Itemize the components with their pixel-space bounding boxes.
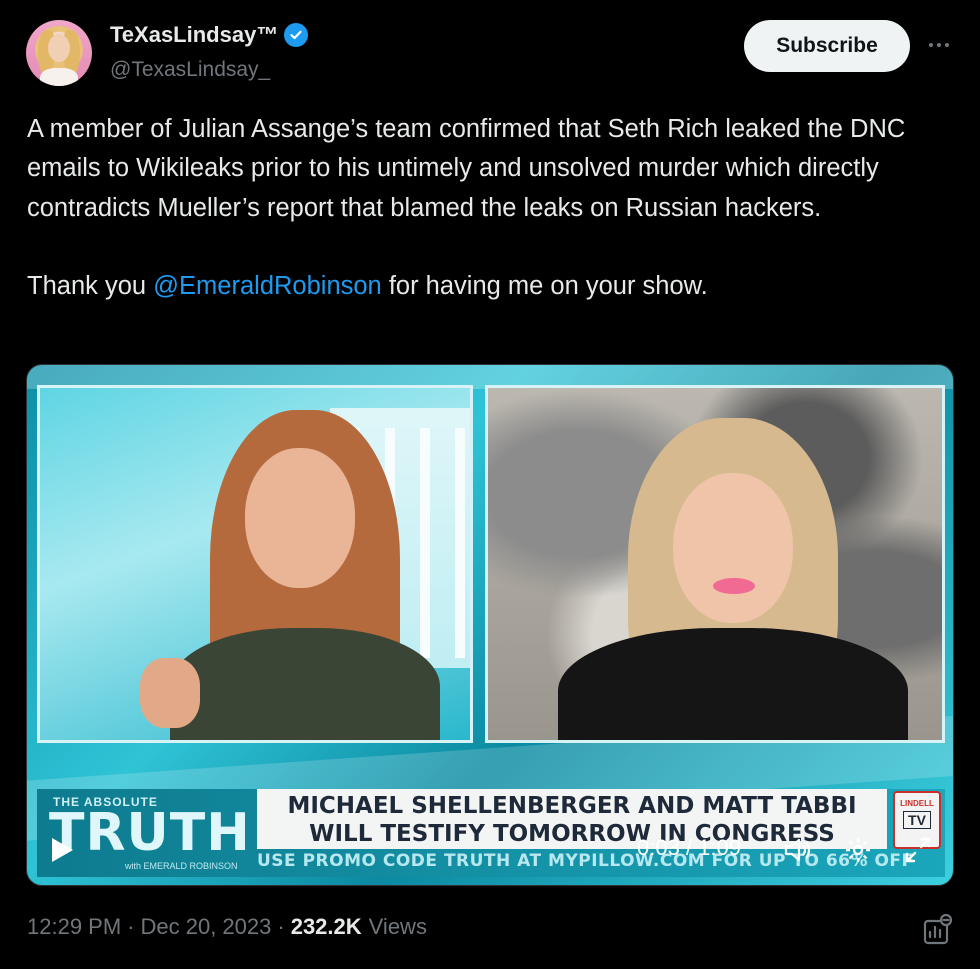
tweet: TeXasLindsay™ @TexasLindsay_ Subscribe A…: [0, 0, 980, 969]
more-horizontal-icon[interactable]: [922, 30, 956, 60]
volume-icon[interactable]: [783, 835, 813, 865]
network-label: LINDELL: [900, 799, 934, 808]
mention-link[interactable]: @EmeraldRobinson: [153, 272, 382, 300]
thanks-prefix: Thank you: [27, 272, 154, 301]
play-icon[interactable]: [49, 835, 79, 865]
views-label: Views: [368, 914, 427, 939]
avatar[interactable]: [26, 20, 92, 86]
post-thanks: Thank you @EmeraldRobinson for having me…: [27, 267, 957, 306]
video-frame-host: [37, 385, 473, 743]
post-date[interactable]: Dec 20, 2023: [141, 914, 272, 940]
video-player[interactable]: THE ABSOLUTE TRUTH with EMERALD ROBINSON…: [26, 364, 954, 886]
show-host: with EMERALD ROBINSON: [125, 861, 238, 871]
headline-line-1: MICHAEL SHELLENBERGER AND MATT TABBI: [287, 793, 857, 819]
settings-icon[interactable]: [843, 835, 873, 865]
author-display-name[interactable]: TeXasLindsay™: [110, 22, 278, 48]
fullscreen-icon[interactable]: [903, 835, 933, 865]
post-meta: 12:29 PM · Dec 20, 2023 · 232.2K Views: [27, 914, 427, 940]
video-timecode: 0:03 / 1:09: [637, 835, 741, 860]
author-name-row[interactable]: TeXasLindsay™: [110, 22, 309, 48]
author-handle[interactable]: @TexasLindsay_: [110, 58, 270, 82]
show-name: TRUTH: [49, 803, 251, 863]
network-tv: TV: [903, 811, 931, 829]
video-frame-guest: [485, 385, 945, 743]
thanks-suffix: for having me on your show.: [381, 272, 708, 301]
analytics-icon[interactable]: [922, 912, 954, 946]
subscribe-button[interactable]: Subscribe: [744, 20, 910, 72]
views-count: 232.2K: [290, 914, 362, 939]
promo-ticker: USE PROMO CODE TRUTH AT MYPILLOW.COM FOR…: [257, 851, 914, 871]
post-text: A member of Julian Assange’s team confir…: [27, 110, 957, 306]
post-time[interactable]: 12:29 PM: [27, 914, 121, 940]
post-paragraph: A member of Julian Assange’s team confir…: [27, 115, 906, 222]
verified-badge-icon: [284, 23, 309, 47]
